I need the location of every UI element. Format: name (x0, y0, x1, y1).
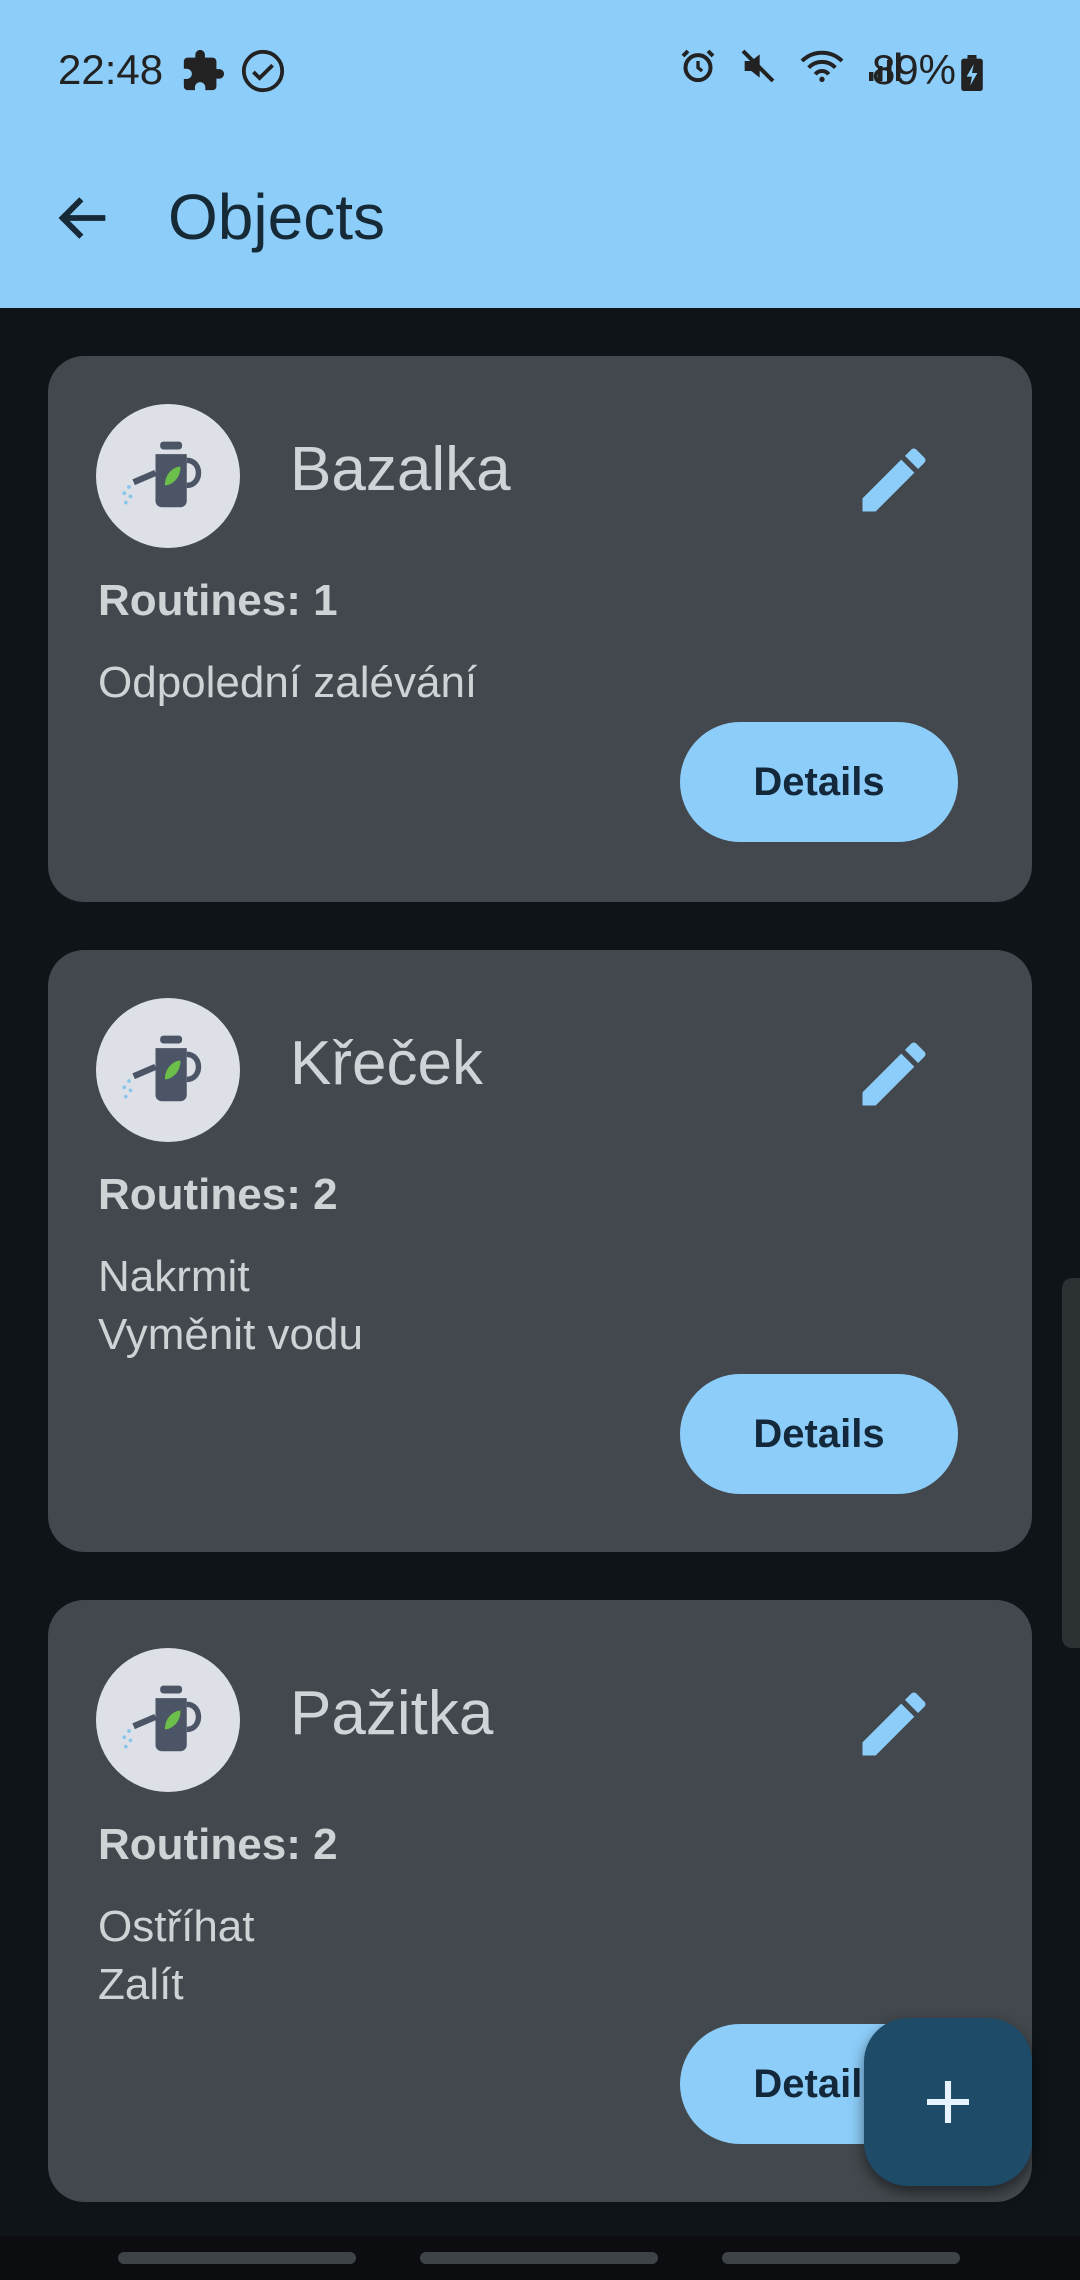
routine-list: Nakrmit Vyměnit vodu (98, 1248, 363, 1364)
status-bar: 22:48 89% (0, 0, 1080, 140)
pencil-icon[interactable] (852, 438, 936, 522)
details-button[interactable]: Details (680, 1374, 958, 1494)
plus-icon (927, 2081, 969, 2123)
mute-icon (741, 49, 775, 83)
routines-count: Routines: 1 (98, 576, 338, 625)
nav-back-handle[interactable] (722, 2252, 960, 2264)
alarm-icon (681, 49, 715, 83)
page-title: Objects (168, 181, 385, 253)
details-button[interactable]: Details (680, 722, 958, 842)
object-card: Křeček Routines: 2 Nakrmit Vyměnit vodu … (48, 950, 1032, 1552)
status-left-icons (180, 48, 286, 94)
status-right-icons (678, 46, 902, 86)
pencil-icon[interactable] (852, 1032, 936, 1116)
watering-can-icon (122, 441, 202, 508)
routine-item: Vyměnit vodu (98, 1310, 363, 1359)
nav-recents-handle[interactable] (118, 2252, 356, 2264)
nav-home-handle[interactable] (420, 2252, 658, 2264)
routines-count: Routines: 2 (98, 1170, 338, 1219)
app-bar: Objects (0, 140, 1080, 308)
routine-item: Ostříhat (98, 1902, 255, 1951)
wifi-icon (800, 50, 844, 82)
avatar (96, 1648, 240, 1792)
puzzle-icon (183, 49, 225, 91)
battery-charging-icon (961, 55, 983, 91)
status-time: 22:48 (58, 46, 164, 93)
routine-item: Zalít (98, 1960, 184, 2009)
routine-item: Nakrmit (98, 1252, 250, 1301)
check-circle-icon (241, 49, 285, 93)
pencil-icon[interactable] (852, 1682, 936, 1766)
add-object-button[interactable] (864, 2018, 1032, 2186)
object-name: Křeček (290, 1029, 483, 1098)
avatar (96, 998, 240, 1142)
watering-can-icon (122, 1035, 202, 1102)
scrollbar[interactable] (1062, 1278, 1080, 1648)
avatar (96, 404, 240, 548)
routines-count: Routines: 2 (98, 1820, 338, 1869)
routine-item: Odpolední zalévání (98, 658, 478, 707)
object-name: Bazalka (290, 435, 511, 504)
arrow-back-icon[interactable] (52, 186, 116, 250)
watering-can-icon (122, 1685, 202, 1752)
navigation-bar (0, 2236, 1080, 2280)
object-name: Pažitka (290, 1679, 494, 1748)
routine-list: Ostříhat Zalít (98, 1898, 255, 2014)
routine-list: Odpolední zalévání (98, 654, 477, 712)
battery-percent: 89% (871, 46, 956, 93)
object-card: Bazalka Routines: 1 Odpolední zalévání D… (48, 356, 1032, 902)
